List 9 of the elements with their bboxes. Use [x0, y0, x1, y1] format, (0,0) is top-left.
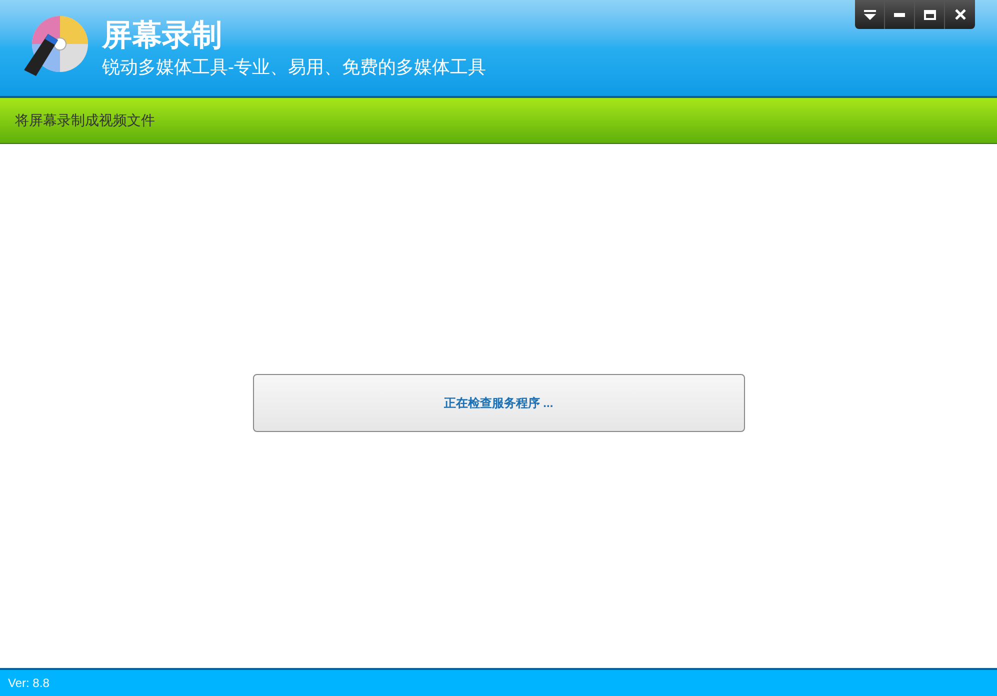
app-subtitle: 锐动多媒体工具-专业、易用、免费的多媒体工具: [102, 56, 486, 79]
version-label: Ver: 8.8: [8, 675, 50, 692]
close-icon: [954, 9, 966, 20]
toolbar-label: 将屏幕录制成视频文件: [15, 111, 155, 130]
status-message: 正在检查服务程序 ...: [444, 395, 554, 412]
minimize-icon: [894, 12, 905, 16]
app-title: 屏幕录制: [102, 18, 223, 54]
dropdown-icon: [864, 10, 876, 20]
maximize-icon: [924, 10, 936, 20]
